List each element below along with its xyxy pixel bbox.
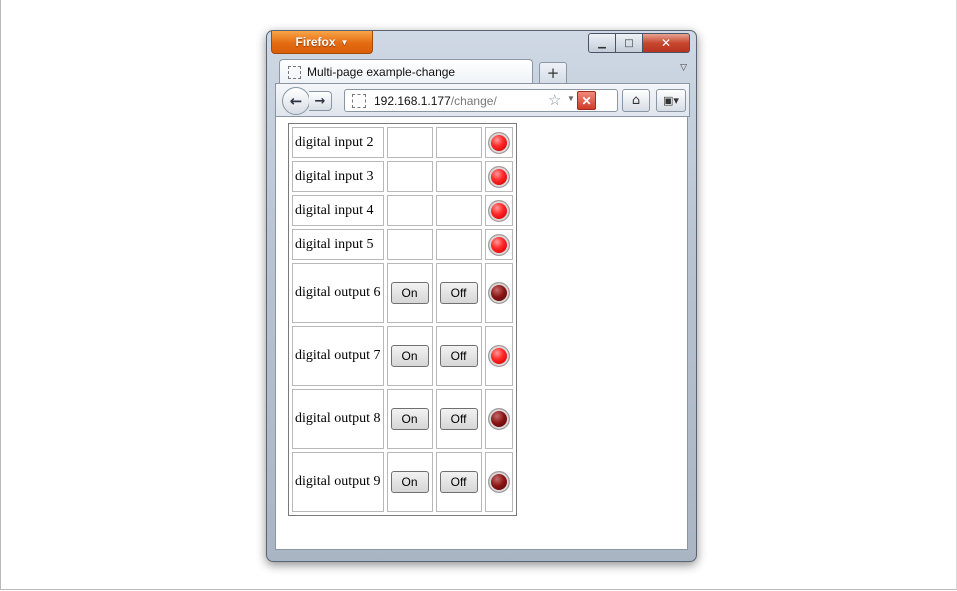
plus-icon: + [546, 64, 560, 82]
led-off-icon [487, 282, 510, 304]
firefox-menu-label: Firefox [295, 35, 336, 49]
stop-button[interactable]: ✕ [577, 91, 596, 110]
table-row: digital output 6 On Off [292, 263, 513, 323]
led-on-icon [487, 199, 510, 222]
button-cell: Off [435, 452, 482, 512]
off-button[interactable]: Off [439, 282, 478, 304]
on-button[interactable]: On [390, 282, 429, 304]
led-cell [484, 389, 513, 449]
on-button[interactable]: On [390, 408, 429, 430]
pin-label: digital output 8 [292, 389, 384, 449]
close-window-button[interactable]: ✕ [643, 33, 690, 53]
led-cell [484, 263, 513, 323]
on-button[interactable]: On [390, 471, 429, 493]
tab-bar: Multi-page example-change + ▽ [275, 59, 691, 84]
history-dropdown-icon[interactable]: ▼ [567, 94, 575, 103]
arrow-left-icon: ← [289, 92, 303, 110]
minimize-button[interactable]: ▁ [588, 33, 616, 53]
led-cell [484, 127, 513, 158]
window-controls: ▁ □ ✕ [588, 33, 690, 53]
button-cell: On [386, 452, 433, 512]
button-cell [435, 195, 482, 226]
home-button[interactable]: ⌂ [622, 89, 650, 112]
led-cell [484, 326, 513, 386]
tab-multi-page-example[interactable]: Multi-page example-change [279, 59, 533, 84]
button-cell: Off [435, 389, 482, 449]
table-row: digital input 5 [292, 229, 513, 260]
button-cell: On [386, 263, 433, 323]
led-cell [484, 229, 513, 260]
button-cell [386, 127, 433, 158]
on-button[interactable]: On [390, 345, 429, 367]
bookmarks-button[interactable]: ▣▾ [656, 89, 686, 112]
chevron-down-icon: ▽ [680, 63, 687, 73]
led-cell [484, 161, 513, 192]
page-content: digital input 2 digital input 3 digital in… [275, 116, 688, 550]
back-button[interactable]: ← [282, 87, 310, 115]
navigation-toolbar: ← → 192.168.1.177 /change/ ☆ ▼ ✕ ⌂ ▣▾ [275, 83, 690, 117]
table-row: digital input 4 [292, 195, 513, 226]
close-icon: ✕ [660, 36, 672, 50]
bookmark-star-icon[interactable]: ☆ [548, 91, 561, 109]
address-bar[interactable]: 192.168.1.177 /change/ ☆ ▼ ✕ [344, 89, 618, 112]
forward-button[interactable]: → [309, 91, 332, 111]
led-cell [484, 195, 513, 226]
pin-label: digital input 2 [292, 127, 384, 158]
off-button[interactable]: Off [439, 408, 478, 430]
led-off-icon [487, 408, 510, 430]
bookmarks-icon: ▣▾ [663, 94, 679, 107]
pin-label: digital input 4 [292, 195, 384, 226]
table-row: digital input 3 [292, 161, 513, 192]
led-off-icon [487, 471, 510, 493]
button-cell: Off [435, 326, 482, 386]
table-row: digital output 9 On Off [292, 452, 513, 512]
table-row: digital output 8 On Off [292, 389, 513, 449]
button-cell [386, 161, 433, 192]
io-table: digital input 2 digital input 3 digital in… [288, 123, 517, 516]
pin-label: digital output 9 [292, 452, 384, 512]
button-cell: On [386, 326, 433, 386]
url-path: /change/ [450, 93, 497, 108]
close-icon: ✕ [581, 93, 592, 108]
pin-label: digital input 5 [292, 229, 384, 260]
new-tab-button[interactable]: + [539, 62, 567, 83]
maximize-button[interactable]: □ [616, 33, 643, 53]
page-favicon-icon [288, 65, 301, 79]
button-cell [435, 127, 482, 158]
button-cell: Off [435, 263, 482, 323]
table-row: digital input 2 [292, 127, 513, 158]
led-on-icon [487, 345, 510, 367]
arrow-right-icon: → [314, 93, 326, 109]
off-button[interactable]: Off [439, 345, 478, 367]
button-cell: On [386, 389, 433, 449]
firefox-menu-button[interactable]: Firefox ▼ [271, 31, 373, 54]
site-identity-icon[interactable] [352, 93, 366, 108]
off-button[interactable]: Off [439, 471, 478, 493]
pin-label: digital output 7 [292, 326, 384, 386]
button-cell [435, 161, 482, 192]
tab-title: Multi-page example-change [307, 65, 456, 79]
button-cell [386, 229, 433, 260]
list-all-tabs-button[interactable]: ▽ [680, 63, 687, 73]
pin-label: digital input 3 [292, 161, 384, 192]
firefox-window: Firefox ▼ ▁ □ ✕ Multi-page example-chang… [266, 30, 697, 562]
maximize-icon: □ [624, 37, 634, 49]
chevron-down-icon: ▼ [340, 37, 349, 47]
url-host: 192.168.1.177 [374, 93, 451, 108]
led-on-icon [487, 165, 510, 188]
button-cell [435, 229, 482, 260]
button-cell [386, 195, 433, 226]
table-row: digital output 7 On Off [292, 326, 513, 386]
minimize-icon: ▁ [598, 37, 606, 49]
home-icon: ⌂ [631, 93, 641, 108]
led-cell [484, 452, 513, 512]
led-on-icon [487, 233, 510, 256]
pin-label: digital output 6 [292, 263, 384, 323]
led-on-icon [487, 131, 510, 154]
